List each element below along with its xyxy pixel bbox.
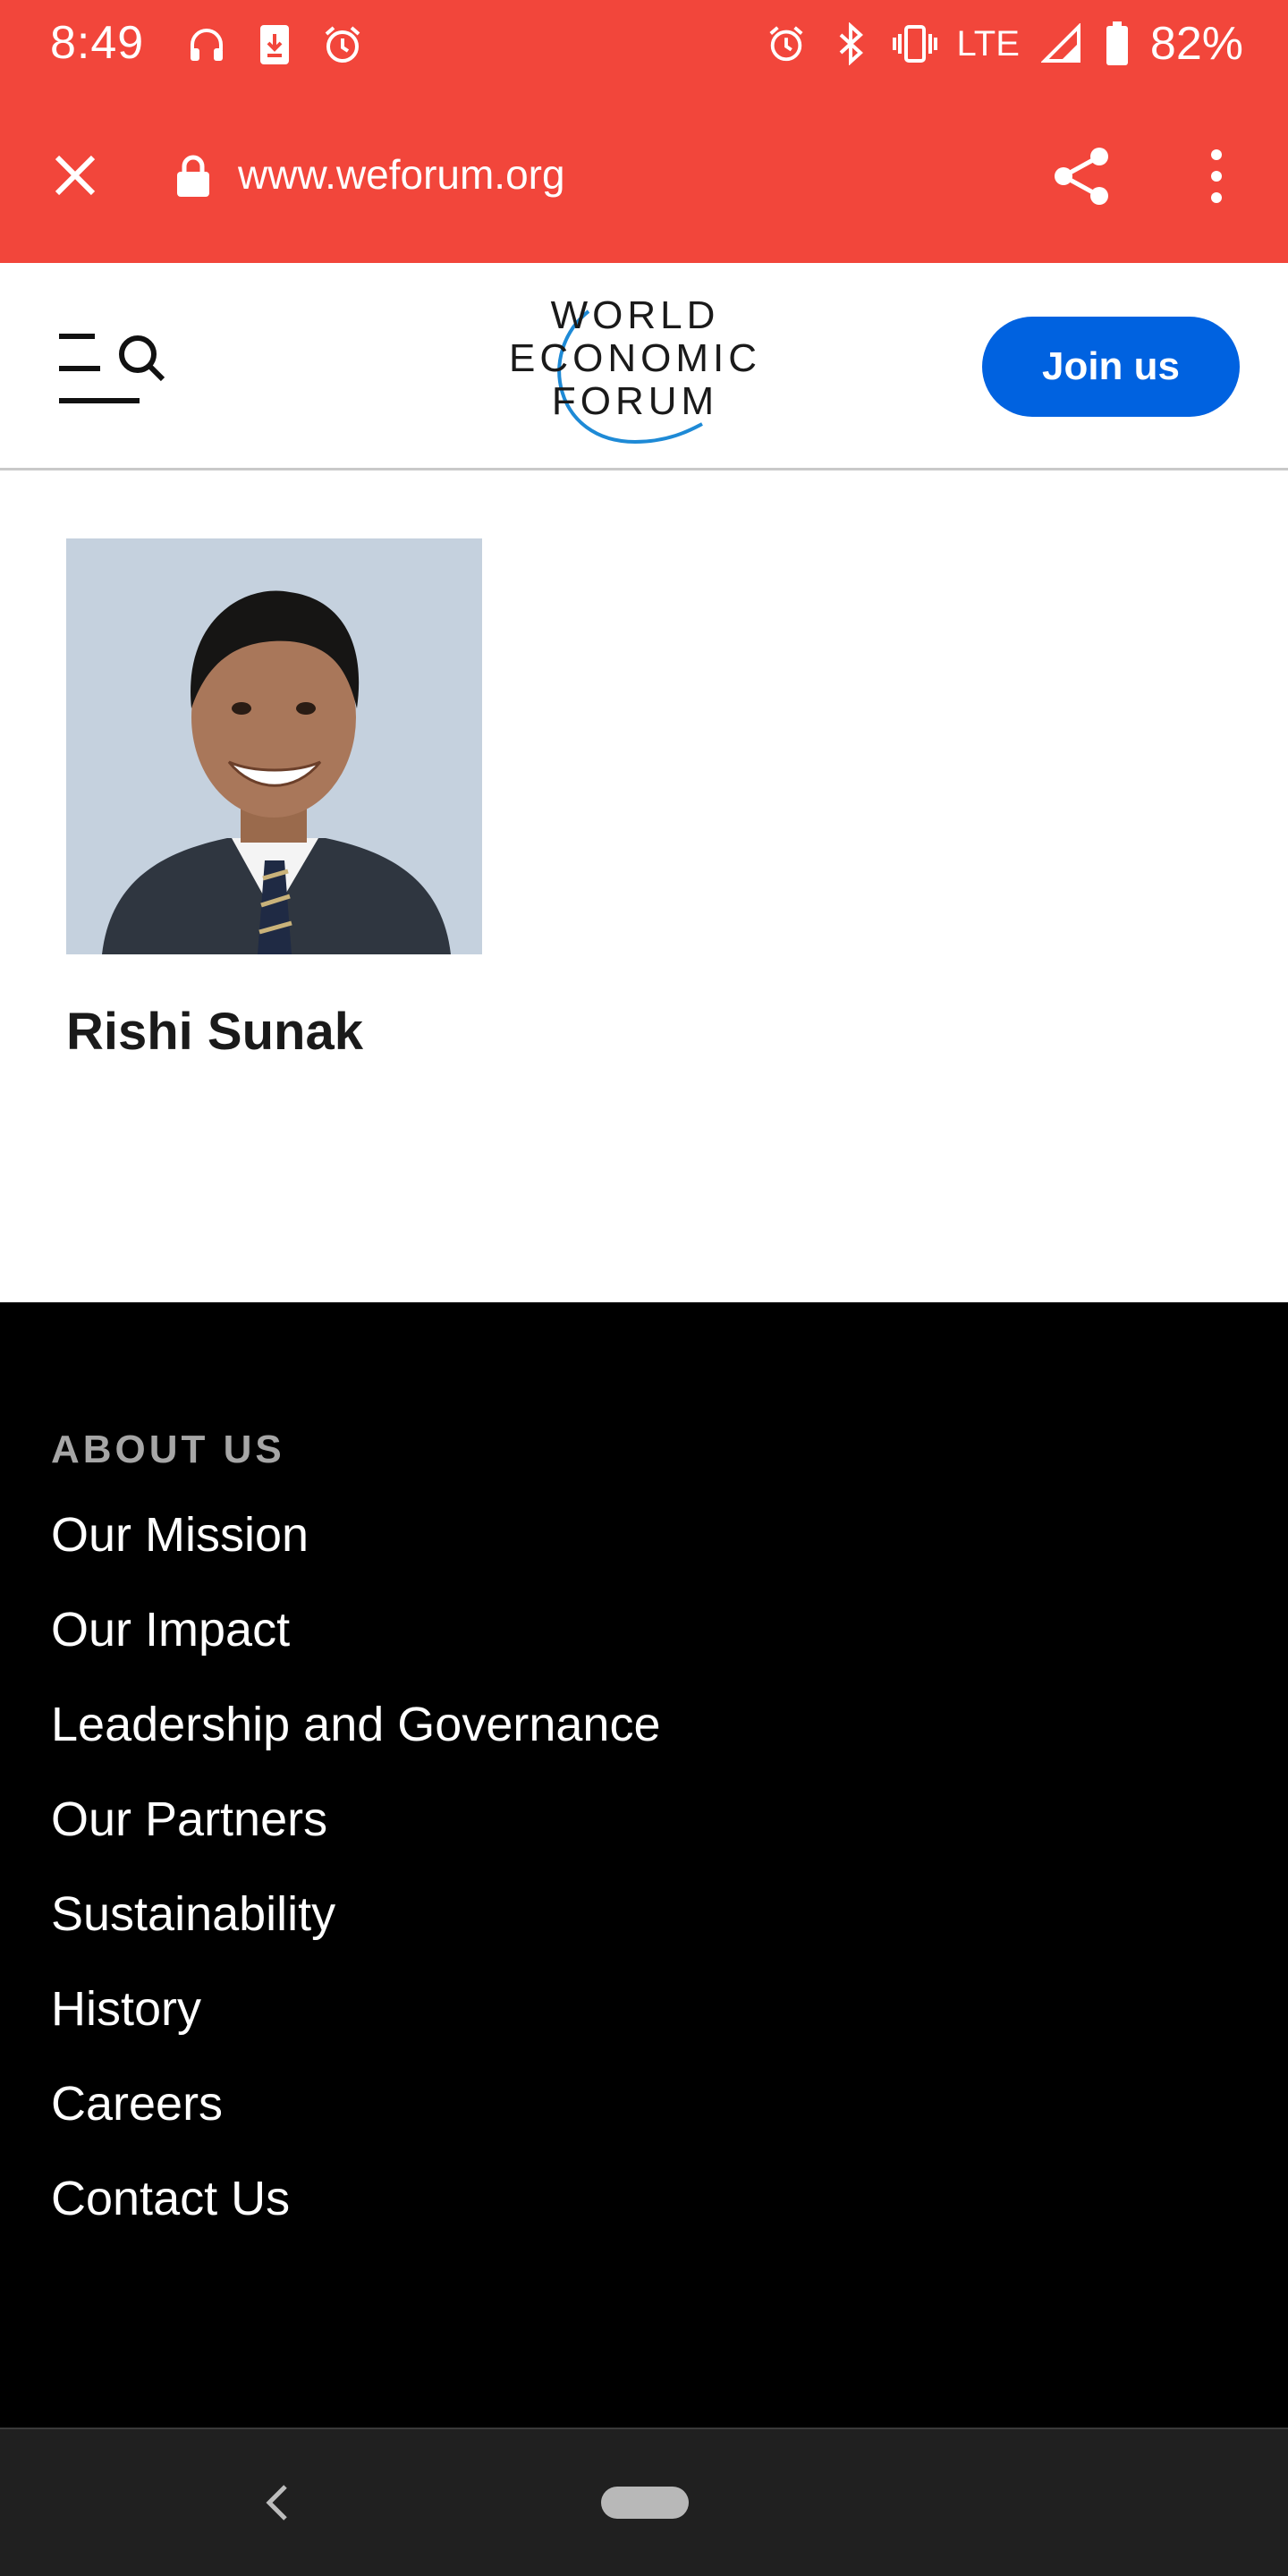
browser-toolbar: www.weforum.org <box>0 89 1288 263</box>
footer-links: Our Mission Our Impact Leadership and Go… <box>51 1506 661 2265</box>
notification-icons <box>184 20 365 70</box>
footer-link-our-mission[interactable]: Our Mission <box>51 1506 661 1601</box>
share-icon[interactable] <box>1045 140 1118 213</box>
headset-notification-icon <box>184 22 229 67</box>
status-indicators: LTE 82% <box>764 16 1243 72</box>
vibrate-icon <box>892 21 937 66</box>
alarm-icon <box>764 21 809 66</box>
signal-icon <box>1039 21 1084 66</box>
footer-link-careers[interactable]: Careers <box>51 2075 661 2170</box>
status-bar: 8:49 LTE 82% <box>0 0 1288 89</box>
alarm-icon <box>320 22 365 67</box>
footer: ABOUT US Our Mission Our Impact Leadersh… <box>0 1302 1288 2428</box>
back-icon[interactable] <box>250 2476 304 2529</box>
home-pill[interactable] <box>601 2487 689 2519</box>
lock-icon <box>175 154 211 199</box>
status-time: 8:49 <box>50 17 145 69</box>
network-type: LTE <box>956 23 1020 64</box>
download-notification-icon <box>252 22 297 67</box>
menu-search-icon[interactable] <box>57 327 168 410</box>
url-bar[interactable]: www.weforum.org <box>238 150 565 199</box>
footer-link-our-partners[interactable]: Our Partners <box>51 1791 661 1885</box>
more-vert-icon[interactable] <box>1190 140 1243 213</box>
join-us-button[interactable]: Join us <box>982 317 1240 417</box>
person-photo[interactable] <box>66 538 482 954</box>
wef-logo[interactable]: WORLD ECONOMIC FORUM <box>501 290 769 451</box>
site-header: WORLD ECONOMIC FORUM Join us <box>0 263 1288 470</box>
logo-text-line: WORLD <box>550 293 720 337</box>
bluetooth-icon <box>828 21 873 66</box>
close-icon[interactable] <box>41 141 109 209</box>
footer-link-leadership[interactable]: Leadership and Governance <box>51 1696 661 1791</box>
footer-heading: ABOUT US <box>51 1428 285 1471</box>
footer-link-our-impact[interactable]: Our Impact <box>51 1601 661 1696</box>
logo-text-line: ECONOMIC <box>509 336 761 380</box>
battery-icon <box>1104 21 1131 66</box>
person-name[interactable]: Rishi Sunak <box>66 1002 363 1062</box>
battery-percent: 82% <box>1149 18 1243 70</box>
footer-link-sustainability[interactable]: Sustainability <box>51 1885 661 1980</box>
logo-text-line: FORUM <box>551 379 719 423</box>
footer-link-contact-us[interactable]: Contact Us <box>51 2170 661 2265</box>
system-nav-bar <box>0 2428 1288 2576</box>
footer-link-history[interactable]: History <box>51 1980 661 2075</box>
